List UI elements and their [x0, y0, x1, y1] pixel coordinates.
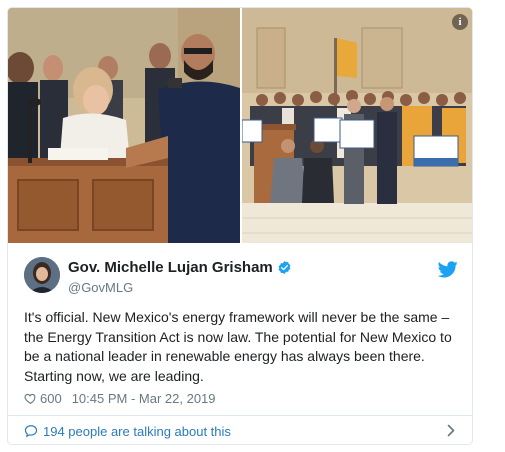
talking-count-text[interactable]: 194 people are talking about this [43, 424, 231, 439]
info-icon[interactable]: i [452, 14, 468, 30]
twitter-bird-icon[interactable] [438, 261, 458, 278]
heart-icon[interactable] [24, 392, 37, 405]
talking-link[interactable]: 194 people are talking about this [24, 421, 458, 441]
tweet-timestamp[interactable]: 10:45 PM - Mar 22, 2019 [72, 391, 216, 406]
signing-photo[interactable] [8, 8, 240, 243]
author-display-name[interactable]: Gov. Michelle Lujan Grisham [68, 259, 273, 276]
author-block[interactable]: Gov. Michelle Lujan Grisham @GovMLG [68, 259, 292, 295]
author-handle[interactable]: @GovMLG [68, 280, 292, 295]
chevron-right-icon[interactable] [447, 424, 456, 437]
tweet-card[interactable]: i Gov. Michelle Lujan Grisham @GovMLG It… [7, 7, 473, 445]
tweet-meta: 600 10:45 PM - Mar 22, 2019 [24, 391, 216, 406]
tweet-media[interactable]: i [8, 8, 472, 243]
like-count[interactable]: 600 [40, 391, 62, 406]
comment-bubble-icon [24, 425, 38, 438]
divider [8, 415, 472, 416]
tweet-text: It's official. New Mexico's energy frame… [24, 309, 452, 384]
avatar[interactable] [24, 257, 60, 293]
group-photo[interactable]: i [242, 8, 472, 243]
tweet-header: Gov. Michelle Lujan Grisham @GovMLG [24, 257, 458, 297]
verified-badge-icon [278, 260, 291, 275]
